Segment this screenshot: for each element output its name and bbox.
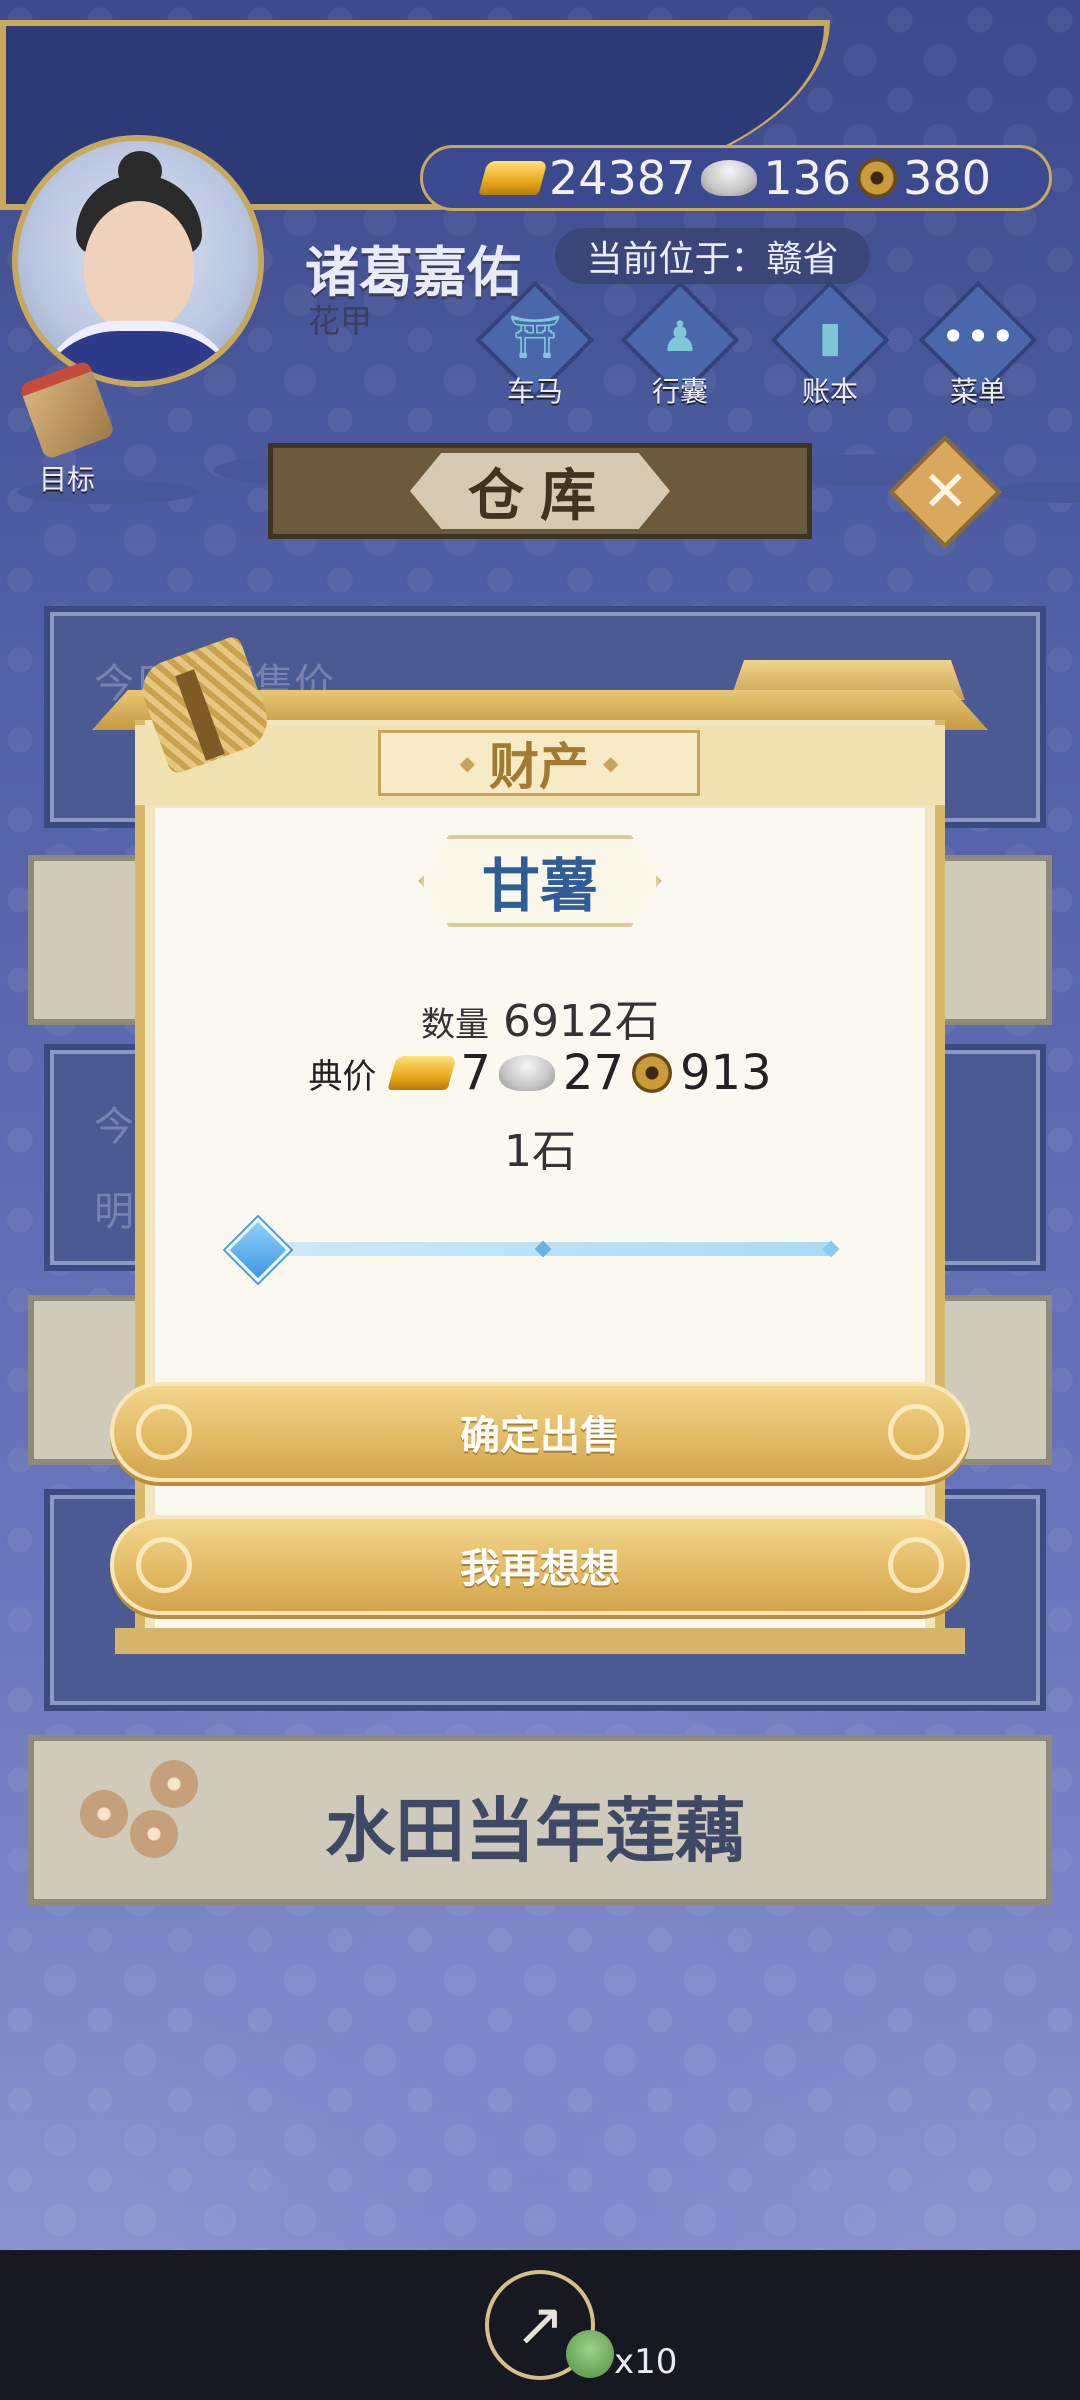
dialog-bottom-rail <box>115 1628 965 1654</box>
close-icon: ✕ <box>921 458 969 524</box>
copper-coin-icon <box>632 1053 672 1093</box>
gold-ingot-icon <box>387 1056 457 1090</box>
price-card-prefix-2: 明 <box>94 1189 134 1235</box>
share-reward-count: x10 <box>614 2342 678 2382</box>
nav-menu-button[interactable]: ••• 菜单 <box>918 280 1038 410</box>
price-card-prefix-1: 今 <box>94 1104 134 1150</box>
goal-scroll-icon <box>18 359 116 461</box>
reconsider-label: 我再想想 <box>460 1546 620 1592</box>
nav-ledger-label: 账本 <box>801 375 858 408</box>
nav-menu-label: 菜单 <box>949 375 1006 408</box>
player-avatar[interactable] <box>12 135 264 387</box>
diamond-ornament-icon: ◆ <box>603 751 619 775</box>
confirm-sell-label: 确定出售 <box>460 1413 620 1459</box>
lotus-root-icon <box>80 1760 230 1860</box>
gold-amount: 24387 <box>549 151 696 205</box>
quantity-line: 数量 6912石 <box>155 985 925 1049</box>
silver-amount: 136 <box>763 151 852 205</box>
dialog-body <box>155 808 925 1628</box>
confirm-sell-button[interactable]: 确定出售 <box>110 1382 970 1482</box>
more-dots-icon: ••• <box>940 312 1016 361</box>
cloud-swirl-icon <box>136 1404 192 1460</box>
lotus-item-title: 水田当年莲藕 <box>325 1790 745 1872</box>
nav-carriage-button[interactable]: ⛩ 车马 <box>475 280 595 410</box>
nav-carriage-label: 车马 <box>506 375 563 408</box>
silver-ingot-icon <box>498 1055 555 1091</box>
avatar-face <box>84 201 194 331</box>
ledger-icon: ▮ <box>818 312 842 361</box>
warehouse-title-plaque: 仓库 <box>268 443 812 539</box>
diamond-ornament-icon: ◆ <box>459 751 475 775</box>
warehouse-title: 仓库 <box>410 453 670 529</box>
nav-bag-label: 行囊 <box>651 375 708 408</box>
item-name-tag: 甘薯 <box>420 835 660 927</box>
goal-button[interactable]: 目标 <box>12 359 122 496</box>
carriage-icon: ⛩ <box>508 312 562 361</box>
nav-bag-button[interactable]: ♟ 行囊 <box>620 280 740 410</box>
price-gold: 7 <box>460 1045 491 1101</box>
dialog-tab: ◆ 财产 ◆ <box>378 730 700 796</box>
share-icon: ↗ <box>514 2290 566 2360</box>
copper-amount: 380 <box>903 151 991 205</box>
silver-ingot-icon <box>701 160 758 196</box>
rice-bundle-icon <box>120 634 290 776</box>
player-title: 花甲 <box>308 302 373 340</box>
frog-reward-icon <box>566 2330 614 2378</box>
cloud-swirl-icon <box>888 1537 944 1593</box>
amount-slider[interactable] <box>225 1217 845 1283</box>
cloud-swirl-icon <box>136 1537 192 1593</box>
slider-thumb[interactable] <box>225 1217 291 1283</box>
location-label: 当前位于：赣省 <box>555 228 870 284</box>
bag-icon: ♟ <box>661 312 699 361</box>
sell-amount: 1石 <box>504 1126 576 1177</box>
copper-coin-icon <box>857 158 898 198</box>
price-copper: 913 <box>680 1045 772 1101</box>
goal-label: 目标 <box>38 463 95 496</box>
price-silver: 27 <box>562 1045 624 1101</box>
reconsider-button[interactable]: 我再想想 <box>110 1515 970 1615</box>
quantity-label: 数量 <box>421 1005 489 1045</box>
dialog-tab-title: 财产 <box>489 738 589 796</box>
price-label: 典价 <box>308 1056 377 1097</box>
nav-ledger-button[interactable]: ▮ 账本 <box>770 280 890 410</box>
price-line: 典价 7 27 913 <box>155 1045 925 1101</box>
cloud-swirl-icon <box>888 1404 944 1460</box>
currency-bar: 24387 136 380 <box>420 145 1052 211</box>
quantity-value: 6912石 <box>503 996 659 1047</box>
gold-ingot-icon <box>478 161 548 195</box>
